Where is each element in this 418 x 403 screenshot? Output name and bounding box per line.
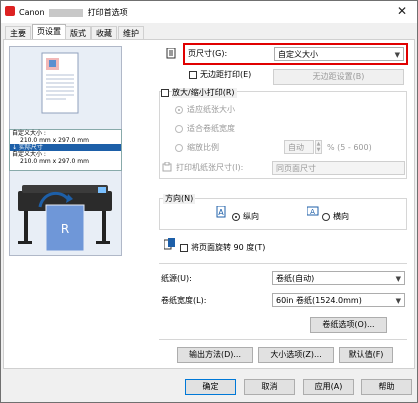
zoom-spinner[interactable]: ▲ ▼ — [315, 140, 322, 154]
output-method-button[interactable]: 输出方法(D)... — [177, 347, 253, 363]
original-size-label: 自定义大小 : — [12, 130, 46, 137]
paper-source-value: 卷纸(自动) — [276, 274, 315, 283]
orientation-label: 方向(N) — [163, 194, 196, 204]
tab-maintenance[interactable]: 维护 — [118, 26, 144, 40]
landscape-radio[interactable] — [322, 213, 330, 221]
portrait-radio[interactable] — [232, 213, 240, 221]
rotate-label: 将页面旋转 90 度(T) — [191, 243, 266, 252]
divider — [159, 339, 407, 340]
title-bar: Canon 打印首选项 ✕ — [1, 1, 417, 23]
printing-preferences-window: Canon 打印首选项 ✕ 主要 页设置 版式 收藏 维护 R 自定义大小: … — [0, 0, 418, 403]
roll-width-label: 卷纸宽度(L): — [161, 296, 207, 305]
zoom-value-field[interactable]: 自动 — [284, 140, 314, 154]
fit-roll-radio[interactable] — [175, 125, 183, 133]
apply-button[interactable]: 应用(A) — [303, 379, 354, 395]
paper-source-label: 纸源(U): — [161, 274, 192, 283]
page-size-icon — [166, 47, 176, 59]
rotate-page-icon — [163, 238, 175, 250]
orientation-group — [159, 198, 407, 230]
landscape-label: 横向 — [333, 212, 349, 221]
tab-strip: 主要 页设置 版式 收藏 维护 — [1, 23, 417, 40]
zoom-value: 自动 — [288, 143, 304, 152]
roll-width-value: 60in 卷纸(1524.0mm) — [276, 296, 362, 305]
roll-width-select[interactable]: 60in 卷纸(1524.0mm) ▼ — [272, 293, 405, 307]
help-button[interactable]: 帮助 — [361, 379, 412, 395]
tab-layout[interactable]: 版式 — [65, 26, 91, 40]
tab-main[interactable]: 主要 — [5, 26, 31, 40]
output-size-value: 210.0 mm x 297.0 mm — [20, 158, 89, 165]
portrait-label: 纵向 — [243, 212, 259, 221]
size-options-button[interactable]: 大小选项(Z)... — [258, 347, 334, 363]
divider — [159, 263, 407, 264]
roll-options-button[interactable]: 卷纸选项(O)... — [310, 317, 387, 333]
close-icon[interactable]: ✕ — [397, 5, 407, 17]
redacted-model-name — [49, 8, 84, 17]
print-area-icon — [162, 161, 172, 172]
paper-source-select[interactable]: 卷纸(自动) ▼ — [272, 271, 405, 285]
chevron-down-icon: ▼ — [395, 297, 401, 305]
borderless-checkbox[interactable] — [189, 71, 197, 79]
borderless-label: 无边距打印(E) — [200, 70, 252, 79]
defaults-button[interactable]: 默认值(F) — [339, 347, 393, 363]
window-title: Canon 打印首选项 — [19, 7, 128, 18]
page-thumbnail — [41, 52, 79, 114]
printer-app-icon — [5, 6, 15, 16]
highlight-frame — [183, 43, 408, 65]
chevron-down-icon: ▼ — [395, 275, 401, 283]
zoom-range: % (5 - 600) — [327, 143, 372, 152]
fit-page-radio[interactable] — [175, 106, 183, 114]
portrait-page-icon: A — [216, 205, 226, 218]
borderless-settings-button[interactable]: 无边距设置(B) — [273, 69, 404, 85]
zoom-radio[interactable] — [175, 144, 183, 152]
size-info-box: 自定义大小 : 210.0 mm x 297.0 mm ↓ 实际尺寸 自定义大小… — [9, 129, 122, 171]
tab-favorites[interactable]: 收藏 — [91, 26, 117, 40]
print-area-select[interactable]: 同页面尺寸 — [272, 161, 405, 175]
cancel-button[interactable]: 取消 — [244, 379, 295, 395]
large-format-printer-icon: R — [18, 185, 112, 252]
landscape-page-icon: A — [306, 206, 319, 216]
print-area-value: 同页面尺寸 — [276, 164, 316, 173]
output-size-label: 自定义大小 : — [12, 151, 46, 158]
svg-text:R: R — [61, 222, 69, 236]
svg-text:A: A — [310, 208, 315, 216]
original-size-value: 210.0 mm x 297.0 mm — [20, 137, 89, 144]
zoom-label: 缩放比例 — [187, 143, 219, 152]
scaling-checkbox[interactable] — [161, 89, 169, 97]
actual-size-indicator: ↓ 实际尺寸 — [10, 144, 121, 151]
rotate-checkbox[interactable] — [180, 244, 188, 252]
svg-text:A: A — [218, 208, 224, 217]
window-title-prefix: Canon — [19, 8, 45, 17]
window-title-suffix: 打印首选项 — [87, 8, 128, 17]
print-area-label: 打印机纸张尺寸(I): — [176, 163, 244, 172]
ok-button[interactable]: 确定 — [185, 379, 236, 395]
fit-page-label: 适应纸张大小 — [187, 105, 235, 114]
fit-roll-label: 适合卷纸宽度 — [187, 124, 235, 133]
scaling-label: 放大/缩小打印(R) — [172, 88, 237, 98]
tab-page-setup[interactable]: 页设置 — [32, 24, 66, 40]
